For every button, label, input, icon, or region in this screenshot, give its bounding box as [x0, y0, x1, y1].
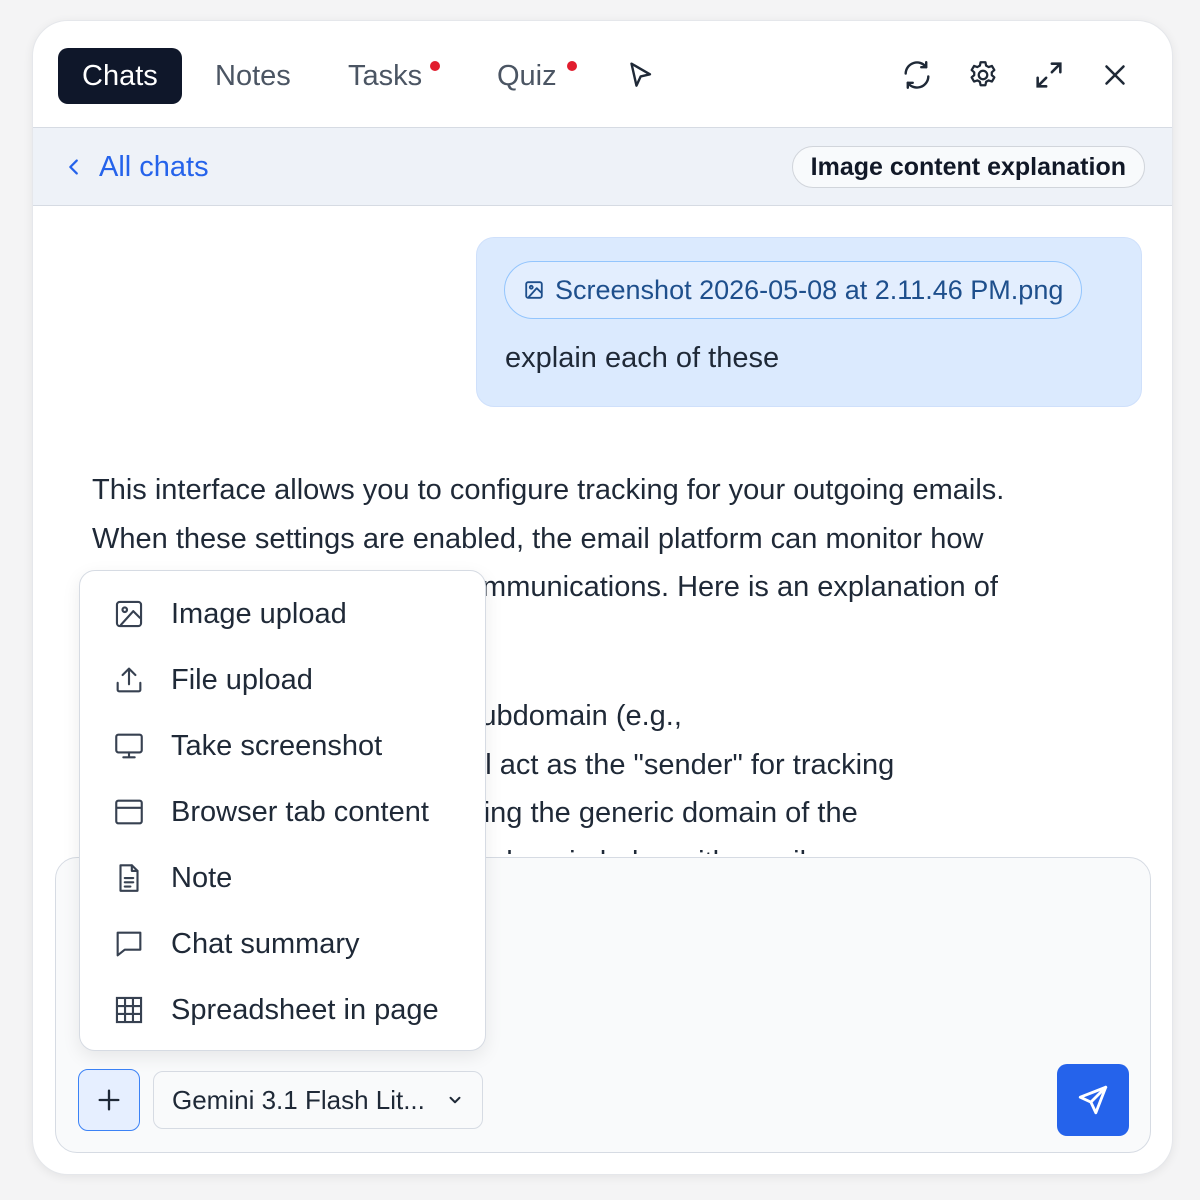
chat-bubble-icon: [116, 931, 142, 957]
menu-item-label: Browser tab content: [171, 795, 429, 828]
tasks-notification-dot: [430, 61, 441, 71]
tab-tasks[interactable]: Tasks: [324, 48, 446, 104]
note-icon: [119, 864, 139, 892]
menu-item-file-upload[interactable]: File upload: [80, 650, 485, 710]
menu-item-image-upload[interactable]: Image upload: [80, 584, 485, 644]
menu-item-chat-summary[interactable]: Chat summary: [80, 914, 485, 974]
monitor-icon: [115, 733, 143, 759]
tab-tasks-label: Tasks: [348, 59, 423, 92]
tab-chats-label: Chats: [82, 59, 158, 92]
close-icon[interactable]: [1095, 55, 1135, 95]
menu-item-label: Chat summary: [171, 927, 360, 960]
chat-title: Image content explanation: [810, 152, 1126, 181]
tab-notes[interactable]: Notes: [191, 48, 315, 104]
add-attachment-button[interactable]: [78, 1069, 140, 1131]
assistant-line: When these settings are enabled, the ema…: [92, 522, 984, 555]
chevron-left-icon: [69, 159, 78, 175]
image-file-icon: [525, 281, 543, 299]
attachment-filename: Screenshot 2026-05-08 at 2.11.46 PM.png: [555, 274, 1064, 305]
gear-icon[interactable]: [963, 55, 1003, 95]
chat-title-badge: Image content explanation: [791, 146, 1145, 188]
user-message-bubble: Screenshot 2026-05-08 at 2.11.46 PM.png …: [476, 237, 1142, 407]
refresh-icon[interactable]: [897, 55, 937, 95]
chevron-down-icon: [449, 1096, 461, 1104]
menu-item-spreadsheet[interactable]: Spreadsheet in page: [80, 980, 485, 1040]
quiz-notification-dot: [566, 61, 577, 71]
user-message-text: explain each of these: [505, 342, 780, 374]
tab-notes-label: Notes: [215, 59, 291, 92]
menu-item-label: Image upload: [171, 597, 347, 630]
expand-icon[interactable]: [1029, 55, 1069, 95]
plus-icon: [98, 1089, 120, 1111]
menu-item-label: Spreadsheet in page: [171, 993, 439, 1026]
all-chats-label: All chats: [99, 150, 209, 183]
top-tab-bar: Chats Notes Tasks Quiz: [33, 21, 1172, 128]
attachment-chip[interactable]: Screenshot 2026-05-08 at 2.11.46 PM.png: [504, 261, 1083, 319]
send-button[interactable]: [1057, 1064, 1129, 1136]
tab-quiz-label: Quiz: [497, 59, 557, 92]
model-select[interactable]: Gemini 3.1 Flash Lit...: [153, 1071, 483, 1129]
grid-icon: [115, 996, 143, 1024]
menu-item-note[interactable]: Note: [80, 848, 485, 908]
menu-item-label: File upload: [171, 663, 313, 696]
send-icon: [1078, 1085, 1108, 1115]
menu-item-label: Note: [171, 861, 233, 894]
cursor-icon[interactable]: [620, 55, 660, 95]
menu-item-label: Take screenshot: [171, 729, 383, 762]
chat-subheader: All chats Image content explanation: [33, 128, 1172, 206]
menu-item-browser-tab[interactable]: Browser tab content: [80, 782, 485, 842]
upload-icon: [116, 667, 142, 693]
attach-menu: Image upload File upload Take screenshot…: [79, 570, 486, 1051]
chat-panel: Chats Notes Tasks Quiz All chats Image c…: [32, 20, 1173, 1175]
tab-chats[interactable]: Chats: [58, 48, 182, 104]
menu-item-take-screenshot[interactable]: Take screenshot: [80, 716, 485, 776]
assistant-line: This interface allows you to configure t…: [92, 474, 1005, 506]
image-icon: [115, 600, 143, 628]
all-chats-link[interactable]: All chats: [63, 147, 209, 187]
model-select-value: Gemini 3.1 Flash Lit...: [172, 1084, 425, 1115]
browser-icon: [115, 799, 143, 825]
tab-quiz[interactable]: Quiz: [473, 48, 581, 104]
